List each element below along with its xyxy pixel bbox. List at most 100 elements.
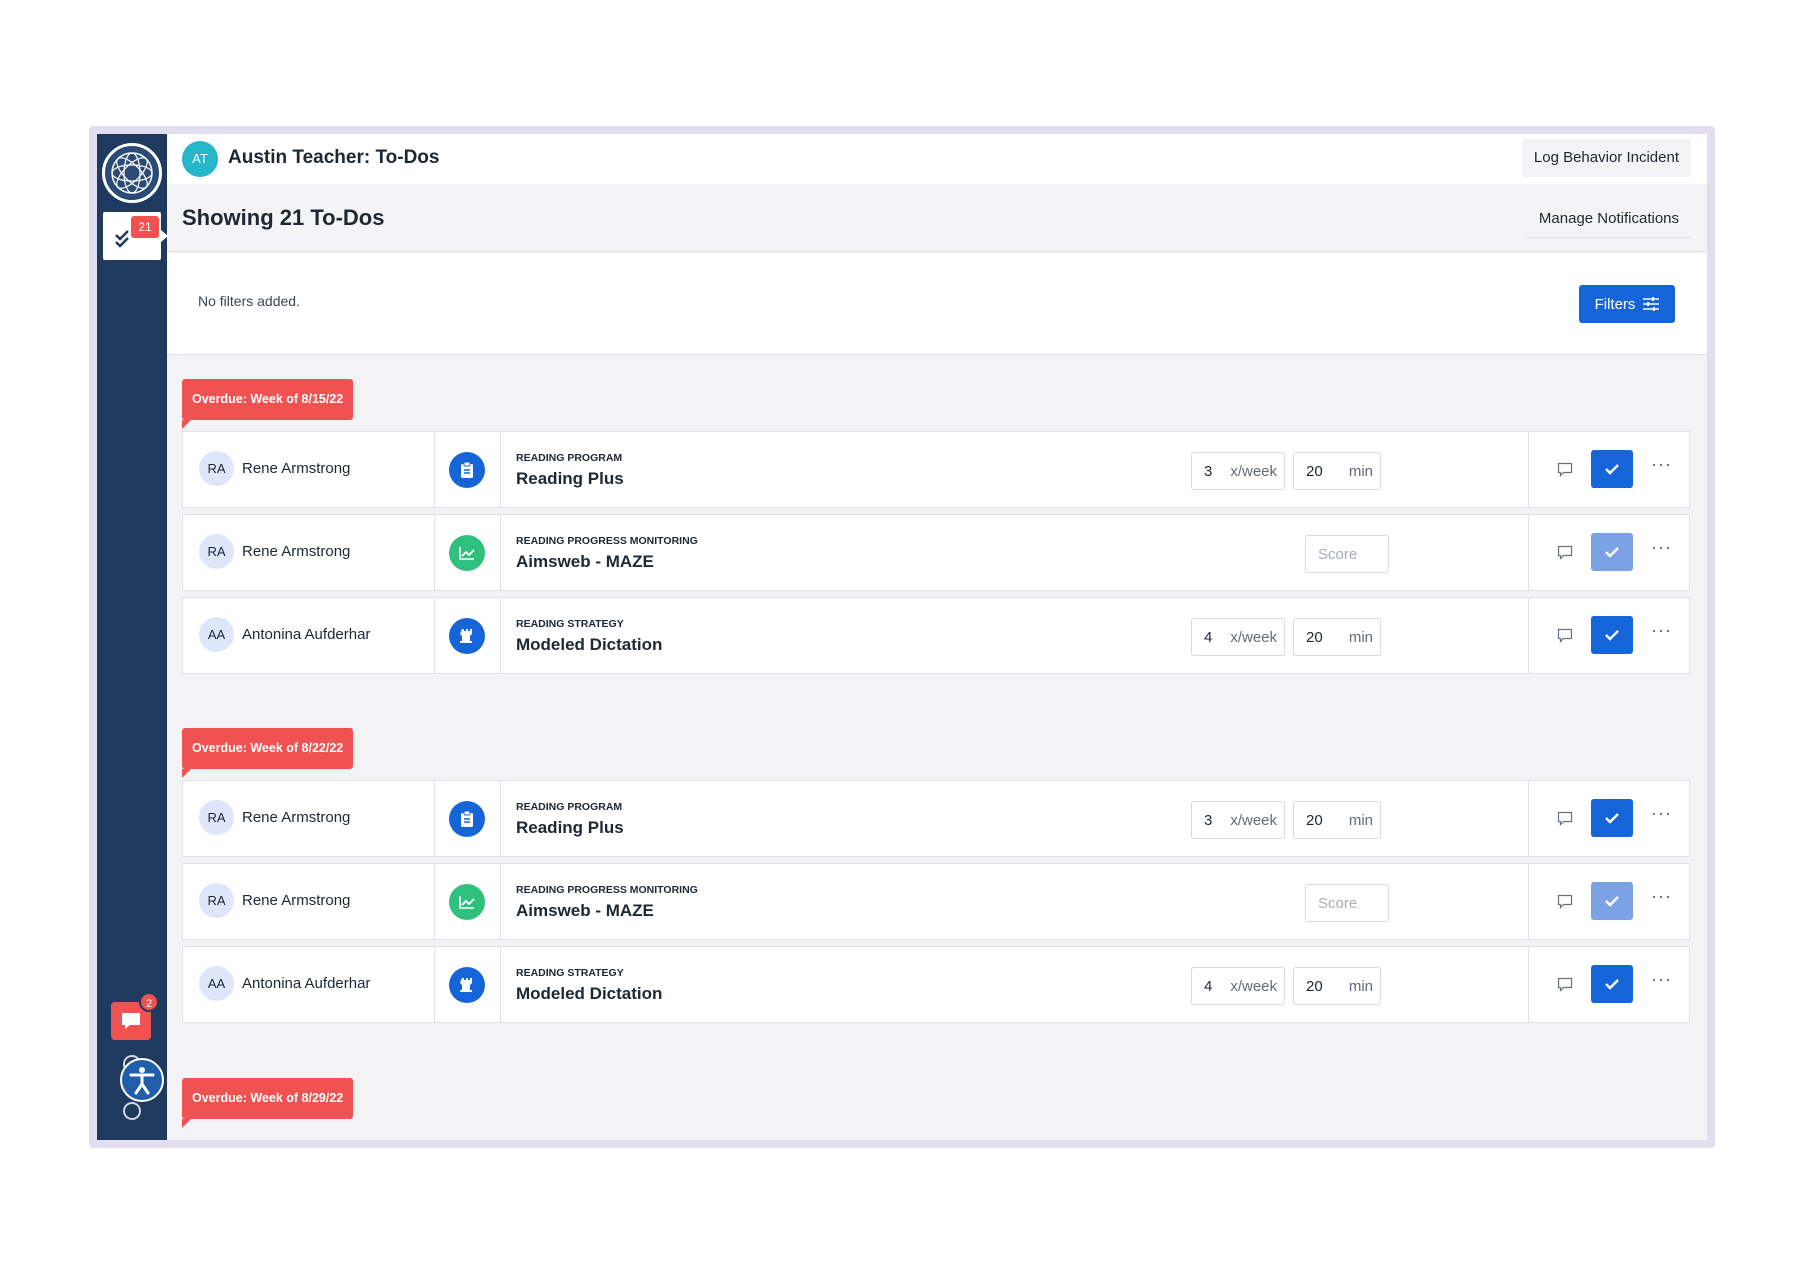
overdue-week-label: Overdue: Week of 8/15/22: [182, 379, 354, 429]
intervention-category: READING PROGRAM: [516, 452, 623, 464]
complete-button[interactable]: [1591, 533, 1633, 571]
nav-todos[interactable]: 21: [103, 212, 168, 260]
clipboard-icon: [449, 452, 485, 488]
accessibility-ghost-bottom: [123, 1102, 141, 1120]
intervention-title: Reading Plus: [516, 818, 624, 837]
student-cell[interactable]: AA Antonina Aufderhar: [183, 598, 435, 673]
student-cell[interactable]: RA Rene Armstrong: [183, 864, 435, 939]
duration-value: 20: [1306, 629, 1323, 646]
duration-unit: min: [1348, 629, 1373, 646]
score-input[interactable]: Score: [1305, 884, 1389, 922]
intervention-cell[interactable]: READING PROGRAM Reading Plus 3 x/week 20…: [501, 781, 1529, 856]
checkmark-icon: [1605, 464, 1619, 475]
student-cell[interactable]: RA Rene Armstrong: [183, 515, 435, 590]
frequency-value: 3: [1204, 812, 1213, 829]
actions-cell: ···: [1529, 598, 1689, 673]
student-cell[interactable]: RA Rene Armstrong: [183, 432, 435, 507]
page-title: Austin Teacher: To-Dos: [228, 147, 440, 168]
more-options-icon[interactable]: ···: [1651, 886, 1672, 907]
filter-bar: No filters added. Filters: [167, 253, 1707, 355]
frequency-field[interactable]: 4 x/week: [1191, 618, 1285, 656]
intervention-cell[interactable]: READING STRATEGY Modeled Dictation 4 x/w…: [501, 598, 1529, 673]
frequency-value: 3: [1204, 463, 1213, 480]
student-name: Rene Armstrong: [242, 460, 351, 477]
frequency-field[interactable]: 3 x/week: [1191, 452, 1285, 490]
accessibility-icon[interactable]: [120, 1058, 164, 1102]
table-row: AA Antonina Aufderhar READING STRATEGY M…: [182, 597, 1690, 674]
more-options-icon[interactable]: ···: [1651, 537, 1672, 558]
complete-button[interactable]: [1591, 450, 1633, 488]
intervention-category: READING STRATEGY: [516, 618, 624, 630]
student-name: Rene Armstrong: [242, 892, 351, 909]
manage-notifications-button[interactable]: Manage Notifications: [1526, 200, 1691, 238]
frequency-field[interactable]: 3 x/week: [1191, 801, 1285, 839]
clipboard-icon: [449, 801, 485, 837]
type-cell: [435, 781, 501, 856]
avatar: RA: [199, 883, 234, 918]
intervention-title: Modeled Dictation: [516, 635, 663, 654]
complete-button[interactable]: [1591, 965, 1633, 1003]
type-cell: [435, 515, 501, 590]
actions-cell: ···: [1529, 947, 1689, 1022]
strategy-icon: [449, 618, 485, 654]
intervention-title: Aimsweb - MAZE: [516, 552, 654, 571]
comment-icon[interactable]: [1557, 894, 1573, 910]
student-name: Antonina Aufderhar: [242, 626, 371, 643]
duration-field[interactable]: 20 min: [1293, 618, 1381, 656]
avatar: AA: [199, 966, 234, 1001]
more-options-icon[interactable]: ···: [1651, 454, 1672, 475]
avatar[interactable]: AT: [182, 141, 218, 177]
intervention-title: Modeled Dictation: [516, 984, 663, 1003]
duration-unit: min: [1348, 463, 1373, 480]
filters-button-label: Filters: [1594, 295, 1636, 313]
student-cell[interactable]: RA Rene Armstrong: [183, 781, 435, 856]
filters-button[interactable]: Filters: [1579, 285, 1675, 323]
frequency-field[interactable]: 4 x/week: [1191, 967, 1285, 1005]
sidebar: 21 2: [97, 134, 168, 1140]
app-window: 21 2 AT Austin Teacher: To-Dos Log Behav…: [97, 134, 1707, 1140]
intervention-title: Reading Plus: [516, 469, 624, 488]
comment-icon[interactable]: [1557, 545, 1573, 561]
chart-icon: [449, 535, 485, 571]
frequency-unit: x/week: [1230, 629, 1277, 646]
student-name: Rene Armstrong: [242, 543, 351, 560]
actions-cell: ···: [1529, 515, 1689, 590]
comment-icon[interactable]: [1557, 462, 1573, 478]
complete-button[interactable]: [1591, 616, 1633, 654]
type-cell: [435, 864, 501, 939]
student-name: Antonina Aufderhar: [242, 975, 371, 992]
intervention-cell[interactable]: READING PROGRESS MONITORING Aimsweb - MA…: [501, 864, 1529, 939]
duration-field[interactable]: 20 min: [1293, 967, 1381, 1005]
checkmark-icon: [1605, 979, 1619, 990]
duration-unit: min: [1348, 812, 1373, 829]
complete-button[interactable]: [1591, 882, 1633, 920]
score-input[interactable]: Score: [1305, 535, 1389, 573]
score-placeholder: Score: [1318, 546, 1358, 563]
checkmark-icon: [1605, 896, 1619, 907]
comment-icon[interactable]: [1557, 628, 1573, 644]
chat-icon: [122, 1013, 140, 1029]
log-behavior-incident-button[interactable]: Log Behavior Incident: [1521, 139, 1691, 177]
checkmark-icon: [1605, 813, 1619, 824]
intervention-category: READING PROGRESS MONITORING: [516, 535, 698, 547]
frequency-unit: x/week: [1230, 812, 1277, 829]
table-row: AA Antonina Aufderhar READING STRATEGY M…: [182, 946, 1690, 1023]
frequency-unit: x/week: [1230, 463, 1277, 480]
intervention-cell[interactable]: READING PROGRESS MONITORING Aimsweb - MA…: [501, 515, 1529, 590]
logo-icon[interactable]: [102, 143, 162, 203]
intervention-cell[interactable]: READING PROGRAM Reading Plus 3 x/week 20…: [501, 432, 1529, 507]
comment-icon[interactable]: [1557, 977, 1573, 993]
more-options-icon[interactable]: ···: [1651, 969, 1672, 990]
more-options-icon[interactable]: ···: [1651, 803, 1672, 824]
complete-button[interactable]: [1591, 799, 1633, 837]
duration-unit: min: [1348, 978, 1373, 995]
strategy-icon: [449, 967, 485, 1003]
student-cell[interactable]: AA Antonina Aufderhar: [183, 947, 435, 1022]
duration-field[interactable]: 20 min: [1293, 801, 1381, 839]
intervention-cell[interactable]: READING STRATEGY Modeled Dictation 4 x/w…: [501, 947, 1529, 1022]
duration-field[interactable]: 20 min: [1293, 452, 1381, 490]
checkmark-icon: [1605, 630, 1619, 641]
duration-value: 20: [1306, 463, 1323, 480]
comment-icon[interactable]: [1557, 811, 1573, 827]
more-options-icon[interactable]: ···: [1651, 620, 1672, 641]
